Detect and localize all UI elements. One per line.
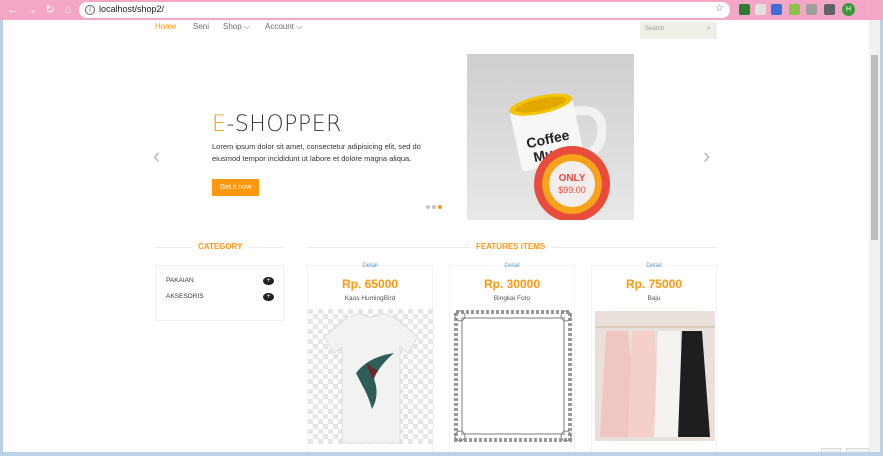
product-image-tshirt[interactable] (308, 309, 434, 444)
slider-indicators (426, 196, 444, 214)
home-icon[interactable]: ⌂ (61, 3, 75, 17)
nav-home[interactable]: Home (155, 22, 176, 31)
extension-icon[interactable] (739, 4, 750, 15)
get-it-now-button[interactable]: Get it now (212, 179, 259, 196)
scrollbar-thumb[interactable] (871, 55, 878, 240)
extension-icon[interactable] (755, 4, 766, 15)
category-title: CATEGORY (192, 242, 249, 251)
slider-next-icon[interactable]: › (703, 143, 710, 169)
product-price: Rp. 30000 (483, 277, 541, 291)
back-arrow-icon[interactable]: ← (6, 3, 20, 17)
product-price: Rp. 75000 (625, 277, 683, 291)
detail-link[interactable]: Detail (450, 263, 574, 269)
product-card: Detail Rp. 75000 Baju (591, 263, 718, 452)
forward-arrow-icon[interactable]: → (25, 3, 39, 17)
brand-widget-icon[interactable] (821, 448, 841, 452)
features-title: FEATURES ITEMS (470, 242, 552, 251)
nav-seni[interactable]: Seni (193, 22, 209, 31)
url-text: localhost/shop2/ (99, 4, 165, 14)
extension-icon[interactable] (771, 4, 782, 15)
product-image-frame[interactable] (450, 309, 576, 444)
slide-description: Lorem ipsum dolor sit amet, consectetur … (212, 142, 421, 163)
search-placeholder: Search (645, 26, 665, 32)
extension-icon[interactable] (806, 4, 817, 15)
slider-dot[interactable] (432, 205, 436, 209)
plus-icon[interactable]: + (263, 277, 274, 285)
detail-link[interactable]: Detail (308, 263, 432, 269)
product-name: Kaos HumingBird (344, 295, 396, 302)
chevron-left-icon[interactable]: ‹ (846, 448, 869, 452)
reload-icon[interactable]: ↻ (43, 3, 57, 17)
slider-dot-active[interactable] (438, 205, 442, 209)
extension-icon[interactable] (789, 4, 800, 15)
address-bar[interactable]: i localhost/shop2/ ☆ (79, 2, 730, 18)
brand-first-letter: E (212, 112, 227, 137)
profile-avatar[interactable]: H (842, 3, 855, 16)
product-card: Detail Rp. 65000 Kaos HumingBird (307, 263, 434, 452)
badge-price-text: $99.00 (558, 185, 586, 195)
brand-title: E-SHOPPER (212, 112, 342, 137)
star-icon[interactable]: ☆ (715, 3, 724, 14)
browser-toolbar: ← → ↻ ⌂ i localhost/shop2/ ☆ H ⋮ (0, 0, 883, 20)
page-viewport: Home Seni Shop ⌵ Account ⌵ Search ⌕ ‹ E-… (3, 20, 869, 452)
hero-slider: ‹ E-SHOPPER Lorem ipsum dolor sit amet, … (153, 50, 717, 225)
info-icon[interactable]: i (85, 5, 95, 15)
product-image-dresses[interactable] (592, 309, 718, 444)
detail-link[interactable]: Detail (592, 263, 716, 269)
category-item-aksesoris[interactable]: AKSESORIS (166, 293, 204, 300)
brand-rest: -SHOPPER (226, 112, 342, 137)
menu-icon[interactable]: ⋮ (863, 3, 873, 14)
badge-only-text: ONLY (559, 173, 586, 184)
nav-account[interactable]: Account ⌵ (265, 22, 302, 32)
plus-icon[interactable]: + (263, 293, 274, 301)
slider-dot[interactable] (426, 205, 430, 209)
product-name: Baju (647, 295, 661, 302)
coffee-mug-image: Coffee Mug ONLY $99.00 (467, 54, 634, 220)
category-item-pakaian[interactable]: PAKAIAN (166, 277, 194, 284)
category-list: PAKAIAN + AKSESORIS + (155, 265, 284, 321)
product-price: Rp. 65000 (341, 277, 399, 291)
nav-shop[interactable]: Shop ⌵ (223, 22, 250, 32)
search-input[interactable]: Search ⌕ (640, 22, 717, 39)
search-icon[interactable]: ⌕ (707, 25, 711, 33)
product-name: Bingkai Foto (493, 295, 531, 302)
slider-prev-icon[interactable]: ‹ (153, 143, 160, 169)
page-scrollbar[interactable] (869, 20, 880, 452)
product-card: Detail Rp. 30000 Bingkai Foto (449, 263, 576, 452)
extensions-icon[interactable] (824, 4, 835, 15)
